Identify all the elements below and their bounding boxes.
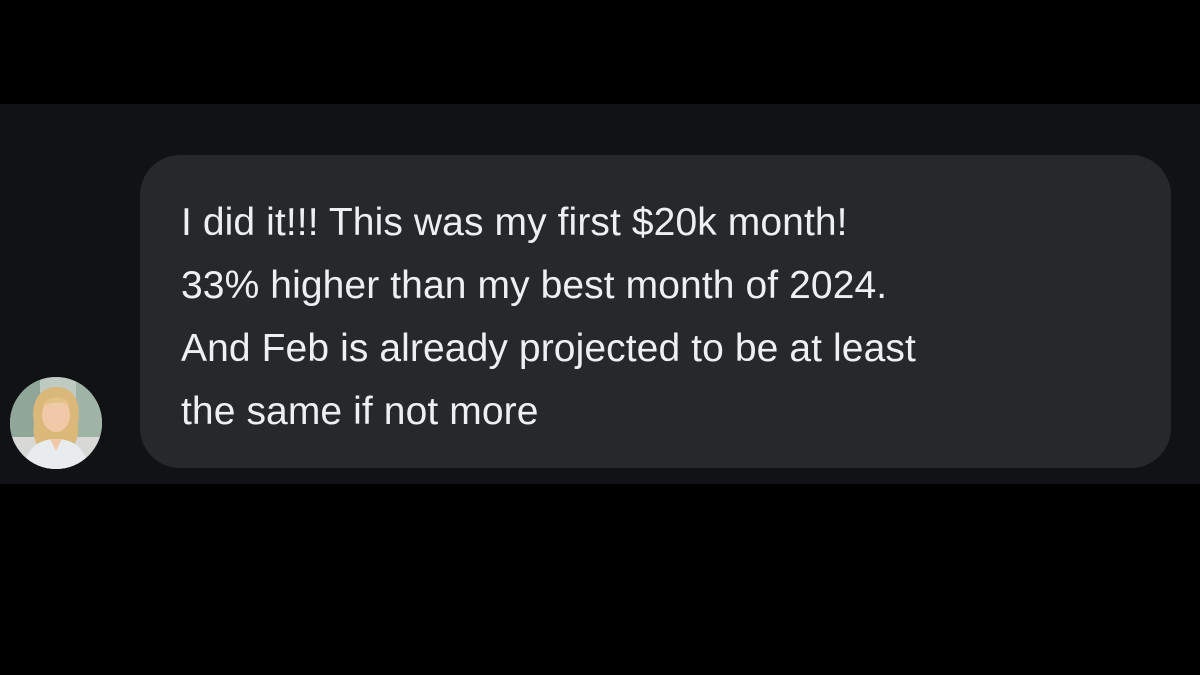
profile-photo-icon [10,377,102,469]
message-text-line: the same if not more [181,390,539,433]
message-text-line: I did it!!! This was my first $20k month… [181,201,848,244]
message-text-line: And Feb is already projected to be at le… [181,327,916,370]
message-text-line: 33% higher than my best month of 2024. [181,264,888,307]
message-bubble[interactable]: I did it!!! This was my first $20k month… [140,155,1171,468]
sender-avatar[interactable] [10,377,102,469]
